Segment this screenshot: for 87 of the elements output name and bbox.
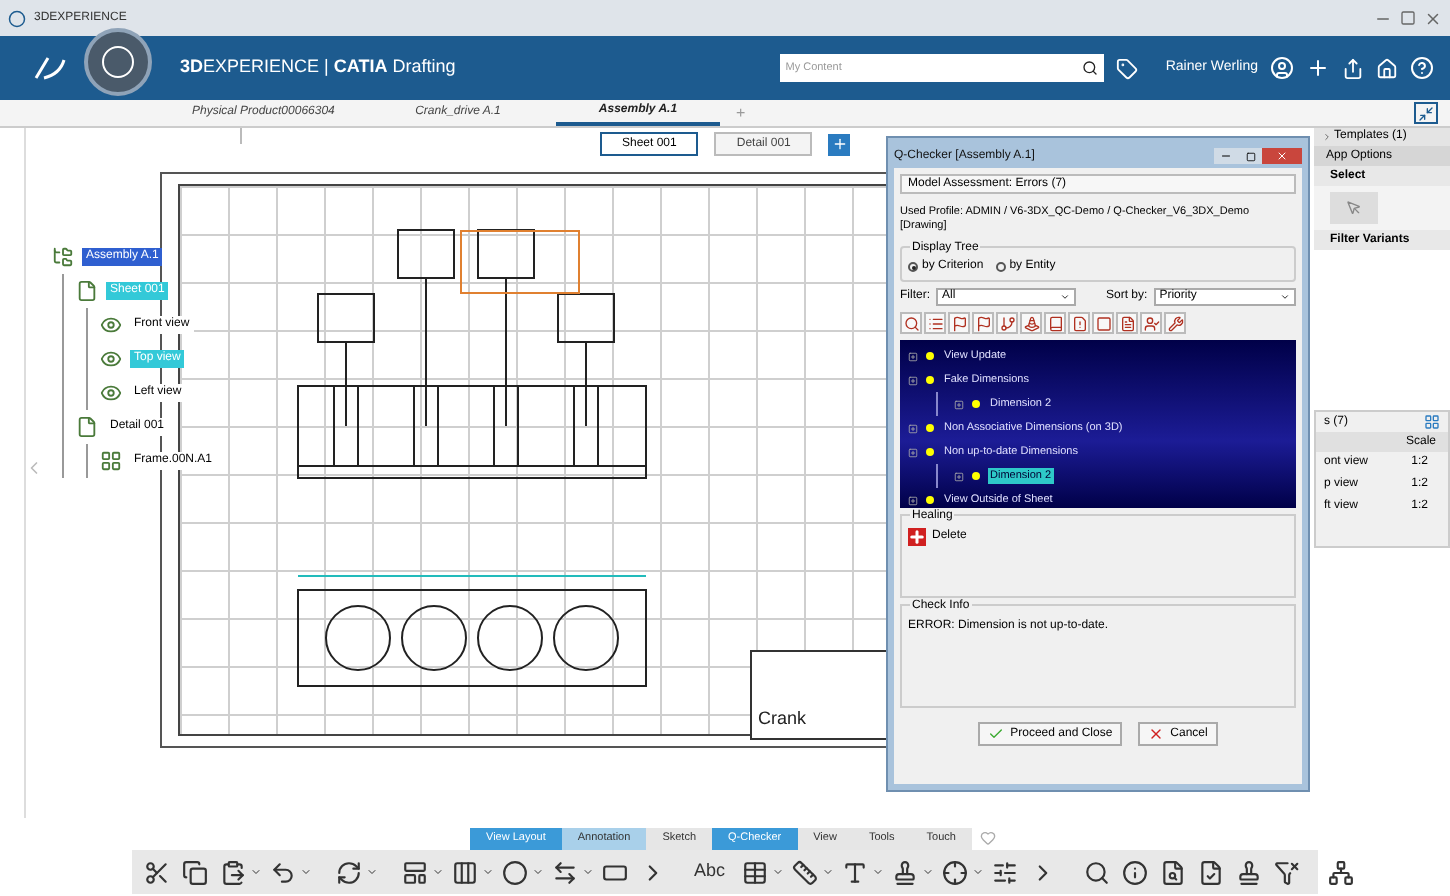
expand-icon[interactable] (908, 375, 918, 385)
search-icon[interactable] (903, 315, 919, 331)
crosshair-icon[interactable] (941, 859, 968, 885)
undo-icon[interactable] (270, 859, 296, 885)
tree-node-icon (100, 348, 122, 370)
checkmark-icon[interactable] (988, 726, 1005, 742)
minimize-button[interactable] (1214, 148, 1238, 164)
title-block-text: Crank (758, 705, 807, 731)
maximize-icon[interactable] (1400, 10, 1416, 26)
document-icon[interactable] (1119, 315, 1135, 331)
search-button[interactable] (1075, 54, 1104, 82)
pointer-icon[interactable] (1346, 200, 1362, 216)
frame-icon[interactable] (602, 859, 628, 885)
branch-icon[interactable] (999, 315, 1015, 331)
expand-icon[interactable] (954, 399, 964, 409)
expand-icon[interactable] (908, 423, 918, 433)
expand-icon[interactable] (908, 495, 918, 505)
user-check-icon[interactable] (1143, 315, 1159, 331)
caret-icon[interactable] (971, 866, 984, 878)
close-icon[interactable] (1148, 726, 1165, 742)
caret-icon[interactable] (921, 866, 934, 878)
detail-icon[interactable] (502, 859, 528, 885)
close-icon[interactable] (1424, 9, 1442, 27)
maximize-button[interactable] (1238, 148, 1262, 164)
list-icon[interactable] (927, 315, 943, 331)
tree-node-icon (52, 246, 74, 268)
caret-icon[interactable] (366, 866, 378, 878)
caret-icon[interactable] (300, 866, 312, 878)
grid-view-icon[interactable] (1424, 414, 1440, 430)
app-brand: 3DEXPERIENCE | CATIA Drafting (180, 54, 456, 81)
wrench-icon[interactable] (1167, 315, 1183, 331)
logo-icon (32, 54, 68, 82)
share-icon[interactable] (1342, 57, 1364, 79)
tree-node-icon (76, 280, 98, 302)
break-icon[interactable] (552, 859, 578, 885)
help-icon[interactable] (1410, 56, 1434, 80)
home-icon[interactable] (1376, 57, 1398, 79)
expand-icon[interactable] (1322, 132, 1332, 142)
text-icon[interactable] (841, 859, 868, 885)
tree-node-icon (76, 416, 98, 438)
selection-rectangle (460, 230, 580, 294)
cross-icon[interactable] (908, 528, 926, 546)
caret-icon[interactable] (821, 866, 834, 878)
align-icon[interactable] (991, 859, 1018, 885)
filter-clear-icon[interactable] (1273, 859, 1300, 885)
table-icon[interactable] (741, 859, 768, 885)
caret-icon[interactable] (1280, 292, 1290, 302)
expand-icon[interactable] (908, 447, 918, 457)
dimension-icon[interactable] (791, 859, 818, 885)
copy-icon[interactable] (182, 859, 208, 885)
caret-icon[interactable] (871, 866, 884, 878)
network-icon[interactable] (1327, 859, 1354, 885)
section-icon[interactable] (452, 859, 478, 885)
caret-icon[interactable] (582, 866, 594, 878)
app-icon (8, 9, 26, 27)
info-icon[interactable] (1121, 859, 1148, 885)
square-icon[interactable] (1095, 315, 1111, 331)
symbol-icon[interactable] (891, 859, 918, 885)
maximize-icon[interactable] (1245, 151, 1255, 161)
add-icon[interactable] (1306, 56, 1330, 80)
cone-icon[interactable] (1023, 315, 1039, 331)
book-icon[interactable] (1047, 315, 1063, 331)
tree-node-icon (100, 382, 122, 404)
tree-node-icon (100, 450, 122, 472)
paste-icon[interactable] (220, 859, 246, 885)
cut-icon[interactable] (144, 859, 170, 885)
file-warning-icon[interactable] (1071, 315, 1087, 331)
view-icon[interactable] (402, 859, 428, 885)
user-icon[interactable] (1270, 56, 1294, 80)
search-icon[interactable] (1083, 859, 1110, 885)
expand-icon[interactable] (908, 351, 918, 361)
text-tool-button[interactable]: Abc (690, 858, 730, 886)
caret-icon[interactable] (771, 866, 784, 878)
caret-icon[interactable] (1060, 292, 1070, 302)
caret-icon[interactable] (482, 866, 494, 878)
update-icon[interactable] (336, 859, 362, 885)
file-search-icon[interactable] (1159, 859, 1186, 885)
minimize-icon[interactable] (1220, 150, 1232, 162)
caret-icon[interactable] (532, 866, 544, 878)
tag-icon[interactable] (1115, 57, 1138, 79)
tree-node-icon (100, 314, 122, 336)
caret-icon[interactable] (432, 866, 444, 878)
file-check-icon[interactable] (1197, 859, 1224, 885)
search-icon[interactable] (1081, 60, 1098, 76)
stamp-icon[interactable] (1235, 859, 1262, 885)
caret-icon[interactable] (250, 866, 262, 878)
expand-icon[interactable] (954, 471, 964, 481)
